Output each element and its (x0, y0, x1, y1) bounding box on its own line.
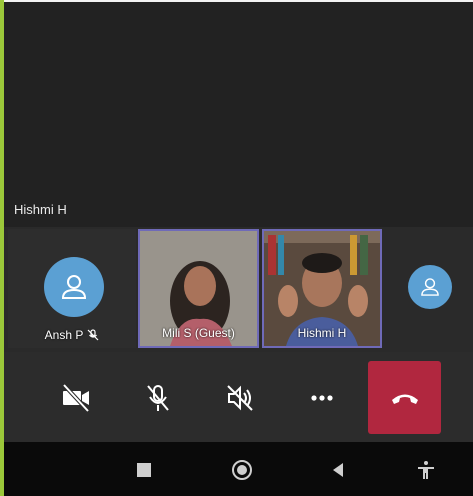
active-speaker-name: Hishmi H (14, 202, 67, 217)
participant-tile-extra[interactable] (384, 229, 473, 348)
more-options-icon (311, 395, 333, 401)
end-call-icon (391, 394, 418, 404)
participant-label: Mili S (Guest) (140, 326, 257, 340)
person-icon (421, 278, 439, 296)
participant-tile-ansh[interactable]: Ansh P (8, 229, 136, 348)
accessibility-button[interactable] (412, 456, 440, 484)
end-call-button[interactable] (368, 361, 441, 434)
back-button[interactable] (324, 456, 352, 484)
participant-strip: Ansh P Mili S (Guest) Hishmi H (4, 227, 473, 352)
accessibility-icon (418, 461, 434, 479)
person-icon (61, 275, 87, 299)
mic-muted-icon (87, 329, 99, 341)
mic-off-icon (147, 385, 169, 411)
speaker-off-icon (227, 385, 253, 411)
toggle-speaker-button[interactable] (210, 368, 270, 428)
more-options-button[interactable] (292, 368, 352, 428)
avatar (44, 257, 104, 317)
square-icon (137, 463, 151, 477)
circle-icon (232, 460, 252, 480)
participant-name: Hishmi H (297, 326, 347, 340)
recents-button[interactable] (130, 456, 158, 484)
participant-tile-hishmi[interactable]: Hishmi H (262, 229, 382, 348)
home-button[interactable] (228, 456, 256, 484)
participant-name: Ansh P (44, 328, 84, 342)
participant-tile-mili[interactable]: Mili S (Guest) (138, 229, 259, 348)
android-navigation-bar (4, 442, 473, 496)
participant-name: Mili S (Guest) (162, 326, 235, 340)
participant-label: Hishmi H (264, 326, 380, 340)
video-off-icon (62, 383, 90, 413)
participant-label: Ansh P (8, 328, 136, 342)
avatar (408, 265, 452, 309)
main-video-stage[interactable] (4, 2, 473, 227)
call-controls-bar (4, 352, 473, 442)
toggle-video-button[interactable] (46, 368, 106, 428)
toggle-mic-button[interactable] (128, 368, 188, 428)
back-triangle-icon (333, 463, 343, 477)
